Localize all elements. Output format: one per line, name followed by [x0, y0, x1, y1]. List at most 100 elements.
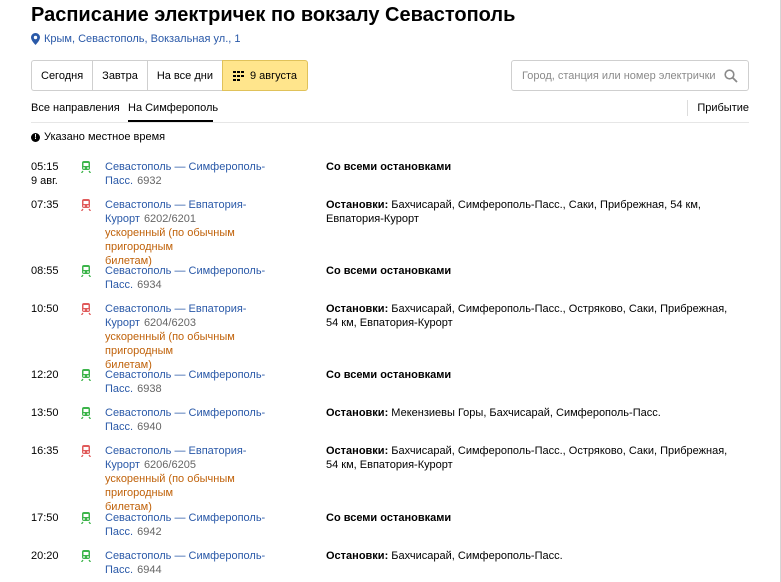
stops-info: Со всеми остановками [326, 264, 736, 278]
local-time-note: ! Указано местное время [31, 131, 165, 143]
departure-time: 12:20 [31, 369, 59, 381]
day-tomorrow-button[interactable]: Завтра [92, 60, 147, 91]
train-number: 6940 [137, 421, 162, 433]
day-all-button[interactable]: На все дни [146, 60, 222, 91]
train-regular-icon [81, 512, 91, 524]
train-number: 6934 [137, 279, 162, 291]
train-express-icon [81, 199, 91, 211]
route-info: Севастополь — Симферополь- Пасс. 6944 [105, 549, 305, 577]
tab-simferopol[interactable]: На Симферополь [128, 102, 218, 114]
departure-time: 20:20 [31, 550, 59, 562]
departure-time: 17:50 [31, 512, 59, 524]
page-title: Расписание электричек по вокзалу Севасто… [31, 4, 516, 26]
stops-info: Остановки: Бахчисарай, Симферополь-Пасс.… [326, 198, 736, 226]
stops-info: Со всеми остановками [326, 511, 736, 525]
route-info: Севастополь — Евпатория- Курорт 6204/6203… [105, 302, 305, 372]
train-number: 6942 [137, 526, 162, 538]
departure-time: 10:50 [31, 303, 59, 315]
route-link[interactable]: Севастополь — Евпатория- [105, 199, 246, 211]
arrival-toggle[interactable]: Прибытие [697, 102, 749, 114]
departure-time: 08:55 [31, 265, 59, 277]
map-pin-icon [31, 33, 40, 45]
express-type: ускоренный (по обычным пригородным [105, 227, 235, 253]
train-express-icon [81, 303, 91, 315]
search-input[interactable]: Город, станция или номер электрички [511, 60, 749, 91]
route-link-cont[interactable]: Курорт [105, 317, 140, 329]
route-link[interactable]: Севастополь — Симферополь- [105, 407, 265, 419]
tab-divider [687, 100, 688, 116]
train-number: 6944 [137, 564, 162, 576]
route-link-cont[interactable]: Курорт [105, 213, 140, 225]
route-info: Севастополь — Симферополь- Пасс. 6934 [105, 264, 305, 292]
route-link-cont[interactable]: Курорт [105, 459, 140, 471]
stops-label: Остановки: [326, 303, 389, 315]
route-link-cont[interactable]: Пасс. [105, 564, 133, 576]
route-link[interactable]: Севастополь — Симферополь- [105, 265, 265, 277]
route-link-cont[interactable]: Пасс. [105, 383, 133, 395]
departure-time: 16:35 [31, 445, 59, 457]
train-regular-icon [81, 265, 91, 277]
route-link-cont[interactable]: Пасс. [105, 175, 133, 187]
stops-label: Остановки: [326, 445, 389, 457]
departure-time: 05:15 [31, 161, 59, 173]
route-link[interactable]: Севастополь — Симферополь- [105, 161, 265, 173]
stops-info: Остановки: Бахчисарай, Симферополь-Пасс. [326, 549, 736, 563]
departure-time: 07:35 [31, 199, 59, 211]
route-link[interactable]: Севастополь — Симферополь- [105, 369, 265, 381]
departure-time: 13:50 [31, 407, 59, 419]
stops-label: Со всеми остановками [326, 161, 452, 173]
train-regular-icon [81, 161, 91, 173]
direction-tabs: Все направления На Симферополь Прибытие [31, 98, 749, 123]
selected-date-label: 9 августа [249, 69, 298, 82]
route-link-cont[interactable]: Пасс. [105, 421, 133, 433]
day-date-button[interactable]: 9 августа [221, 60, 309, 91]
info-icon: ! [31, 132, 40, 142]
stops-info: Остановки: Мекензиевы Горы, Бахчисарай, … [326, 406, 736, 420]
day-selector: Сегодня Завтра На все дни 9 августа [31, 60, 309, 91]
search-icon[interactable] [724, 69, 738, 83]
local-time-note-text: Указано местное время [44, 131, 166, 143]
stops-label: Со всеми остановками [326, 369, 452, 381]
route-info: Севастополь — Симферополь- Пасс. 6932 [105, 160, 305, 188]
train-number: 6204/6203 [143, 317, 196, 329]
station-address-text: Крым, Севастополь, Вокзальная ул., 1 [44, 33, 241, 45]
stops-label: Остановки: [326, 407, 389, 419]
page-frame: Расписание электричек по вокзалу Севасто… [0, 0, 781, 582]
train-regular-icon [81, 369, 91, 381]
route-link[interactable]: Севастополь — Евпатория- [105, 445, 246, 457]
stops-info: Со всеми остановками [326, 368, 736, 382]
departure-date: 9 авг. [31, 175, 58, 187]
stops-label: Со всеми остановками [326, 512, 452, 524]
route-link-cont[interactable]: Пасс. [105, 526, 133, 538]
stops-info: Со всеми остановками [326, 160, 736, 174]
tab-all-directions[interactable]: Все направления [31, 102, 120, 114]
day-today-button[interactable]: Сегодня [31, 60, 93, 91]
stops-info: Остановки: Бахчисарай, Симферополь-Пасс.… [326, 444, 736, 472]
train-express-icon [81, 445, 91, 457]
stops-list: Мекензиевы Горы, Бахчисарай, Симферополь… [388, 407, 661, 419]
route-link-cont[interactable]: Пасс. [105, 279, 133, 291]
express-type: ускоренный (по обычным пригородным [105, 473, 235, 499]
route-info: Севастополь — Симферополь- Пасс. 6938 [105, 368, 305, 396]
route-link[interactable]: Севастополь — Симферополь- [105, 550, 265, 562]
stops-list: Бахчисарай, Симферополь-Пасс. [388, 550, 563, 562]
route-link[interactable]: Севастополь — Симферополь- [105, 512, 265, 524]
search-placeholder: Город, станция или номер электрички [522, 69, 716, 82]
route-info: Севастополь — Симферополь- Пасс. 6942 [105, 511, 305, 539]
stops-label: Остановки: [326, 199, 389, 211]
train-number: 6932 [137, 175, 162, 187]
stops-label: Со всеми остановками [326, 265, 452, 277]
route-info: Севастополь — Евпатория- Курорт 6206/6205… [105, 444, 305, 514]
express-type: ускоренный (по обычным пригородным [105, 331, 235, 357]
station-address[interactable]: Крым, Севастополь, Вокзальная ул., 1 [31, 33, 241, 45]
stops-label: Остановки: [326, 550, 389, 562]
train-number: 6202/6201 [143, 213, 196, 225]
train-regular-icon [81, 407, 91, 419]
route-info: Севастополь — Евпатория- Курорт 6202/6201… [105, 198, 305, 268]
active-tab-underline [128, 120, 213, 122]
calendar-icon [232, 70, 244, 81]
route-link[interactable]: Севастополь — Евпатория- [105, 303, 246, 315]
route-info: Севастополь — Симферополь- Пасс. 6940 [105, 406, 305, 434]
stops-info: Остановки: Бахчисарай, Симферополь-Пасс.… [326, 302, 736, 330]
train-number: 6206/6205 [143, 459, 196, 471]
